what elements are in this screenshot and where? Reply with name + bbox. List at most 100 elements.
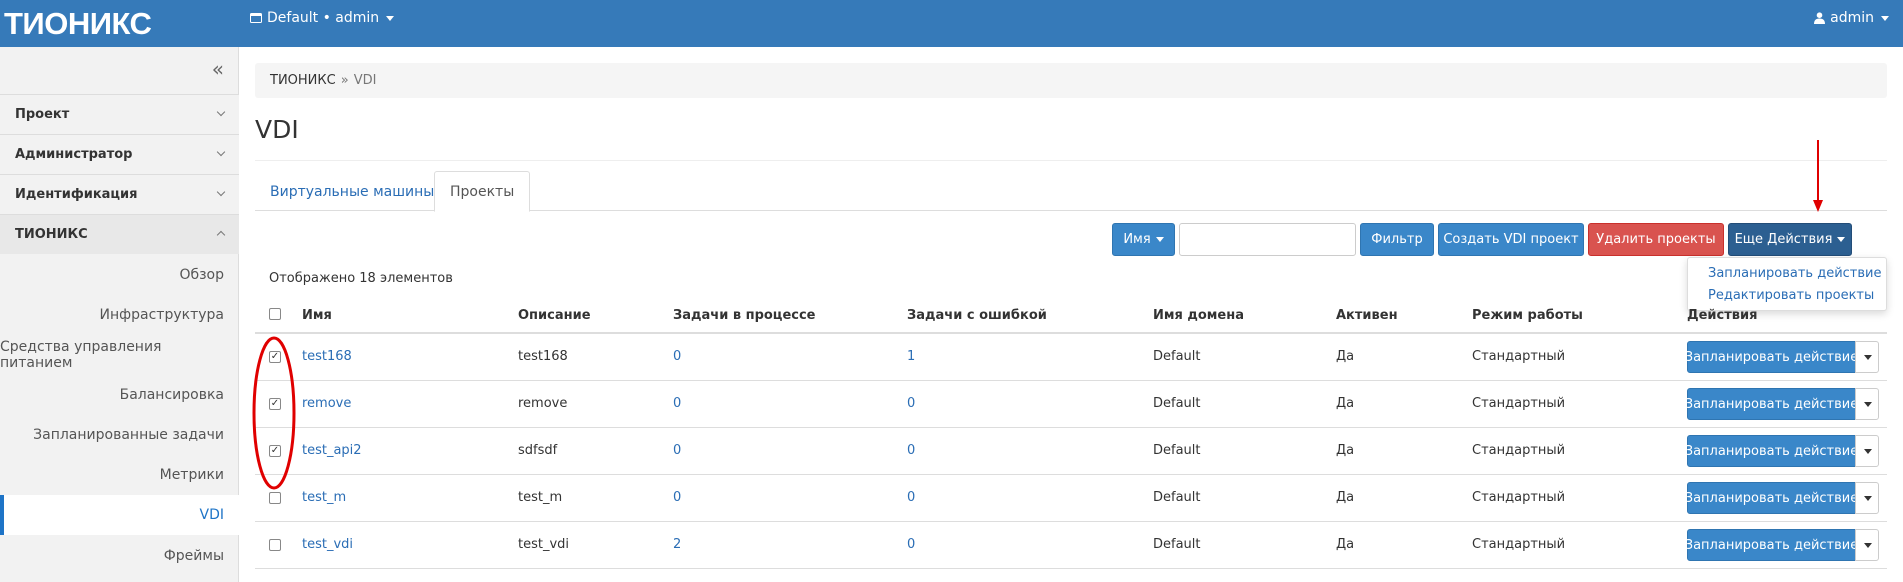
active-status: Да: [1336, 396, 1355, 411]
filter-field-dropdown[interactable]: Имя: [1112, 223, 1175, 256]
create-vdi-project-button[interactable]: Создать VDI проект: [1438, 223, 1584, 256]
sidebar-item-overview[interactable]: Обзор: [0, 255, 239, 295]
sidebar-item-metrics[interactable]: Метрики: [0, 455, 239, 495]
project-description: remove: [518, 396, 568, 411]
row-checkbox[interactable]: [269, 539, 281, 551]
schedule-action-button[interactable]: Запланировать действие: [1685, 529, 1858, 561]
column-header-description[interactable]: Описание: [518, 308, 591, 323]
column-header-mode[interactable]: Режим работы: [1472, 308, 1583, 323]
sidebar-section-admin[interactable]: Администратор: [0, 134, 239, 174]
tasks-error-link[interactable]: 0: [907, 490, 915, 505]
domain-name: Default: [1153, 349, 1201, 364]
project-description: sdfsdf: [518, 443, 558, 458]
active-status: Да: [1336, 537, 1355, 552]
chevron-up-icon: [216, 230, 226, 240]
row-checkbox[interactable]: ✓: [269, 351, 281, 363]
project-name-link[interactable]: test168: [302, 349, 352, 364]
domain-name: Default: [1153, 443, 1201, 458]
schedule-action-button[interactable]: Запланировать действие: [1685, 341, 1858, 373]
row-checkbox[interactable]: ✓: [269, 445, 281, 457]
breadcrumb-current: VDI: [353, 73, 377, 88]
brand-logo[interactable]: ТИОНИКС: [0, 0, 178, 47]
table-row: ✓ remove remove 0 0 Default Да Стандартн…: [255, 381, 1887, 428]
caret-down-icon: [1155, 237, 1164, 242]
tasks-in-progress-link[interactable]: 0: [673, 443, 681, 458]
user-icon: [1814, 12, 1826, 24]
tasks-error-link[interactable]: 0: [907, 537, 915, 552]
project-description: test_m: [518, 490, 563, 505]
menu-item-schedule-action[interactable]: Запланировать действие: [1708, 266, 1882, 281]
breadcrumb-separator: »: [340, 73, 349, 88]
items-count: Отображено 18 элементов: [269, 271, 453, 286]
sidebar-section-project[interactable]: Проект: [0, 94, 239, 134]
domain-name: Default: [1153, 490, 1201, 505]
project-name-link[interactable]: test_m: [302, 490, 346, 505]
more-actions-button[interactable]: Еще Действия: [1728, 223, 1852, 256]
tab-bar: Виртуальные машины Проекты: [255, 171, 1887, 212]
chevron-down-icon: [216, 147, 226, 157]
project-name-link[interactable]: test_vdi: [302, 537, 353, 552]
tab-virtual-machines[interactable]: Виртуальные машины: [255, 171, 449, 212]
active-status: Да: [1336, 443, 1355, 458]
top-navbar: ТИОНИКС Default • admin admin: [0, 0, 1903, 47]
row-actions-dropdown-toggle[interactable]: [1855, 529, 1879, 561]
sidebar-item-power-management[interactable]: Средства управления питанием: [0, 335, 239, 375]
row-checkbox[interactable]: [269, 492, 281, 504]
column-header-tasks-in-progress[interactable]: Задачи в процессе: [673, 308, 816, 323]
search-input[interactable]: [1179, 223, 1356, 256]
tasks-error-link[interactable]: 0: [907, 443, 915, 458]
breadcrumb: ТИОНИКС » VDI: [255, 63, 1887, 98]
row-actions-dropdown-toggle[interactable]: [1855, 482, 1879, 514]
project-selector[interactable]: Default • admin: [250, 10, 395, 26]
project-name-link[interactable]: test_api2: [302, 443, 362, 458]
tasks-in-progress-link[interactable]: 2: [673, 537, 681, 552]
tab-projects[interactable]: Проекты: [434, 171, 531, 212]
sidebar-item-infrastructure[interactable]: Инфраструктура: [0, 295, 239, 335]
user-name: admin: [1830, 10, 1874, 26]
schedule-action-button[interactable]: Запланировать действие: [1685, 435, 1858, 467]
schedule-action-button[interactable]: Запланировать действие: [1685, 482, 1858, 514]
domain-name: Default: [1153, 537, 1201, 552]
column-header-domain[interactable]: Имя домена: [1153, 308, 1244, 323]
tasks-in-progress-link[interactable]: 0: [673, 396, 681, 411]
user-menu[interactable]: admin: [1814, 10, 1889, 26]
table-row: ✓ test_api2 sdfsdf 0 0 Default Да Станда…: [255, 428, 1887, 475]
row-actions-dropdown-toggle[interactable]: [1855, 341, 1879, 373]
sidebar-item-vdi[interactable]: VDI: [0, 495, 239, 535]
tasks-error-link[interactable]: 0: [907, 396, 915, 411]
tasks-error-link[interactable]: 1: [907, 349, 915, 364]
sidebar-section-label: ТИОНИКС: [15, 227, 88, 242]
column-header-name[interactable]: Имя: [302, 308, 332, 323]
sidebar-section-identity[interactable]: Идентификация: [0, 174, 239, 214]
tasks-in-progress-link[interactable]: 0: [673, 490, 681, 505]
filter-button[interactable]: Фильтр: [1360, 223, 1434, 256]
chevron-down-icon: [216, 107, 226, 117]
row-actions-dropdown-toggle[interactable]: [1855, 435, 1879, 467]
sidebar-item-scheduled-tasks[interactable]: Запланированные задачи: [0, 415, 239, 455]
page-title: VDI: [255, 115, 299, 144]
project-name-link[interactable]: remove: [302, 396, 351, 411]
table-header: Имя Описание Задачи в процессе Задачи с …: [255, 295, 1887, 334]
sidebar-section-tionix[interactable]: ТИОНИКС: [0, 214, 239, 254]
row-actions-dropdown-toggle[interactable]: [1855, 388, 1879, 420]
tasks-in-progress-link[interactable]: 0: [673, 349, 681, 364]
sidebar-item-frames[interactable]: Фреймы: [0, 536, 239, 576]
column-header-active[interactable]: Активен: [1336, 308, 1398, 323]
table-row: ✓ test168 test168 0 1 Default Да Стандар…: [255, 334, 1887, 381]
work-mode: Стандартный: [1472, 443, 1566, 458]
project-description: test168: [518, 349, 568, 364]
column-header-actions: Действия: [1687, 308, 1758, 323]
domain-name: Default: [1153, 396, 1201, 411]
column-header-tasks-error[interactable]: Задачи с ошибкой: [907, 308, 1047, 323]
row-checkbox[interactable]: ✓: [269, 398, 281, 410]
filter-field-label: Имя: [1123, 232, 1151, 247]
schedule-action-button[interactable]: Запланировать действие: [1685, 388, 1858, 420]
project-description: test_vdi: [518, 537, 570, 552]
select-all-checkbox[interactable]: [269, 308, 281, 320]
caret-down-icon: [1837, 237, 1846, 242]
delete-projects-button[interactable]: Удалить проекты: [1588, 223, 1724, 256]
collapse-sidebar-icon[interactable]: «: [212, 57, 224, 81]
sidebar-section-label: Администратор: [15, 147, 133, 162]
breadcrumb-root[interactable]: ТИОНИКС: [270, 73, 336, 88]
sidebar-item-balancing[interactable]: Балансировка: [0, 375, 239, 415]
